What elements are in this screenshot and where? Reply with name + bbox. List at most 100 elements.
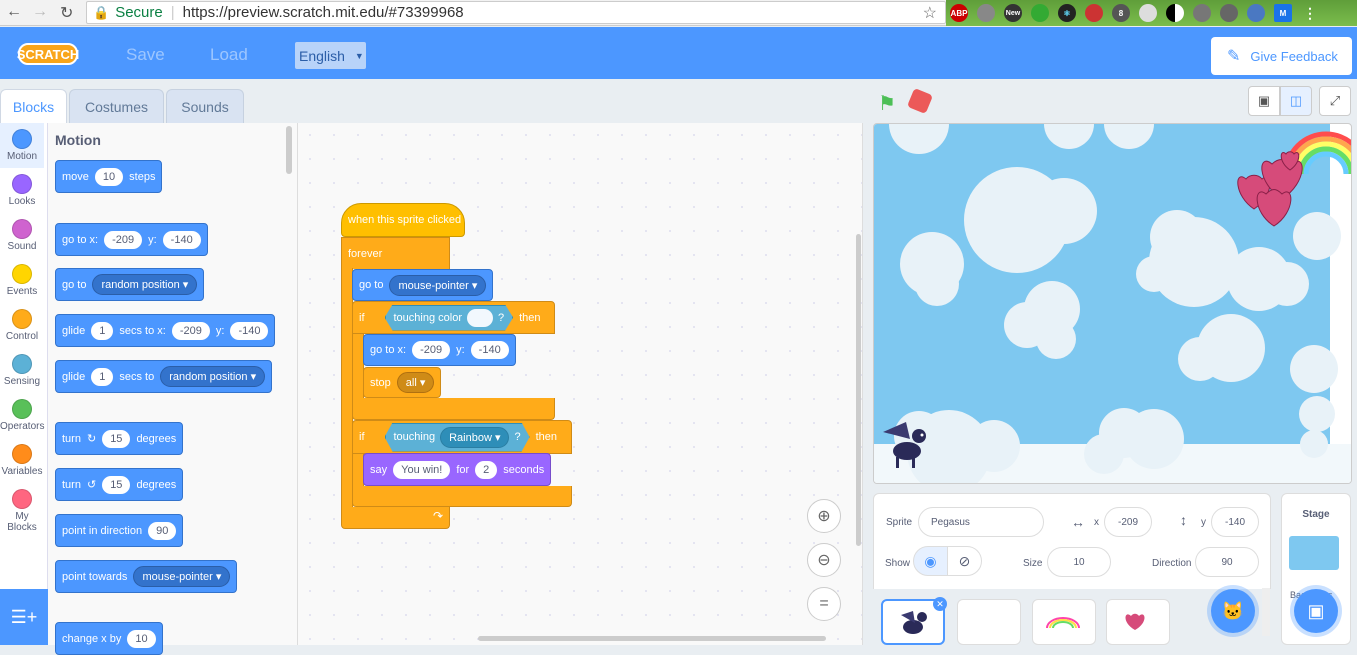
- if-touching-color[interactable]: if touching color? then: [352, 301, 555, 334]
- category-operators[interactable]: Operators: [0, 393, 44, 438]
- zoom-in-button[interactable]: ⊕: [807, 499, 841, 533]
- script-goto-xy[interactable]: go to x: -209 y: -140: [363, 334, 516, 366]
- sprite-thumb-rainbow[interactable]: [1032, 599, 1096, 645]
- forever-block[interactable]: forever: [341, 237, 450, 269]
- save-menu[interactable]: Save: [126, 45, 165, 65]
- script-horizontal-scrollbar[interactable]: [478, 636, 826, 641]
- direction-field[interactable]: 90: [1195, 547, 1259, 577]
- size-field[interactable]: 10: [1047, 547, 1111, 577]
- delete-sprite-icon[interactable]: ✕: [933, 597, 947, 611]
- add-extension-button[interactable]: ☰+: [0, 589, 48, 645]
- eye-slash-icon: ⊘: [958, 552, 971, 569]
- forward-icon[interactable]: →: [32, 3, 48, 21]
- badge-extension-icon[interactable]: 8: [1112, 4, 1130, 22]
- sprite-thumb-cloud[interactable]: [957, 599, 1021, 645]
- rainbow-thumbnail: [1046, 617, 1080, 629]
- m-extension-icon[interactable]: M: [1274, 4, 1292, 22]
- scratch-logo[interactable]: SCRATCH: [17, 43, 79, 65]
- zoom-out-icon: ⊖: [817, 552, 831, 569]
- category-events[interactable]: Events: [0, 258, 44, 303]
- tab-sounds[interactable]: Sounds: [166, 89, 244, 123]
- new-extension-icon[interactable]: New: [1004, 4, 1022, 22]
- hat-when-sprite-clicked[interactable]: when this sprite clicked: [341, 203, 465, 237]
- category-control[interactable]: Control: [0, 303, 44, 348]
- category-sound[interactable]: Sound: [0, 213, 44, 258]
- block-turn-left[interactable]: turn ↺ 15 degrees: [55, 468, 184, 501]
- lock-icon: 🔒: [93, 4, 110, 20]
- block-goto-target[interactable]: go to random position ▾: [55, 268, 205, 301]
- language-select[interactable]: English ▼: [295, 42, 366, 69]
- github-icon[interactable]: [1193, 4, 1211, 22]
- block-change-x[interactable]: change x by 10: [55, 622, 163, 655]
- menu-dots-icon[interactable]: ⋮: [1301, 4, 1319, 22]
- category-motion[interactable]: Motion: [0, 123, 44, 168]
- language-value: English: [299, 47, 345, 64]
- category-looks[interactable]: Looks: [0, 168, 44, 213]
- extension-icon: ☰+: [10, 606, 38, 627]
- category-variables[interactable]: Variables: [0, 438, 44, 483]
- grid-icon[interactable]: [1247, 4, 1265, 22]
- color-swatch: [467, 309, 493, 327]
- gift-icon[interactable]: [1085, 4, 1103, 22]
- block-goto-xy[interactable]: go to x: -209 y: -140: [55, 223, 208, 256]
- choose-sprite-button[interactable]: 🐱: [1211, 589, 1255, 633]
- rotate-right-icon: ↻: [86, 433, 97, 445]
- extensions-bar: ABP New ⚛ 8 M ⋮: [946, 0, 1357, 26]
- category-my-blocks[interactable]: My Blocks: [0, 483, 44, 533]
- script-vertical-scrollbar[interactable]: [856, 234, 861, 546]
- adblock-icon[interactable]: ABP: [950, 4, 968, 22]
- forever-footer: ↷: [341, 507, 450, 529]
- small-stage-button[interactable]: ▣: [1248, 86, 1280, 116]
- globe-icon[interactable]: [1139, 4, 1157, 22]
- stage-thumbnail[interactable]: [1289, 536, 1339, 570]
- contrast-icon[interactable]: [1166, 4, 1184, 22]
- url-text[interactable]: https://preview.scratch.mit.edu/#7339996…: [183, 4, 464, 21]
- stage-canvas[interactable]: [873, 123, 1352, 484]
- tab-blocks[interactable]: Blocks: [0, 89, 67, 123]
- target-icon[interactable]: [1031, 4, 1049, 22]
- fullscreen-button[interactable]: ⤢: [1319, 86, 1351, 116]
- sprite-name-field[interactable]: Pegasus: [918, 507, 1044, 537]
- pen-icon[interactable]: [1220, 4, 1238, 22]
- stop-block[interactable]: stop all ▾: [363, 367, 442, 398]
- give-feedback-button[interactable]: ✎ Give Feedback: [1211, 37, 1352, 75]
- script-goto[interactable]: go to mouse-pointer ▾: [352, 269, 494, 301]
- show-visible-button[interactable]: ◉: [913, 546, 948, 576]
- hearts-thumbnail: [1125, 613, 1145, 630]
- block-turn-right[interactable]: turn ↻ 15 degrees: [55, 422, 184, 455]
- green-flag-icon[interactable]: ⚑: [878, 91, 896, 116]
- reload-icon[interactable]: ↻: [60, 3, 73, 23]
- block-point-direction[interactable]: point in direction 90: [55, 514, 184, 547]
- back-icon[interactable]: ←: [6, 3, 22, 21]
- load-menu[interactable]: Load: [210, 45, 248, 65]
- sprite-label: Sprite: [886, 517, 913, 528]
- choose-backdrop-button[interactable]: ▣: [1294, 589, 1338, 633]
- block-point-towards[interactable]: point towards mouse-pointer ▾: [55, 560, 238, 593]
- say-for-block[interactable]: say You win! for 2 seconds: [363, 453, 552, 486]
- sprite-thumb-hearts[interactable]: [1106, 599, 1170, 645]
- bookmark-star-icon[interactable]: ☆: [923, 3, 937, 23]
- x-field[interactable]: -209: [1104, 507, 1152, 537]
- drive-icon[interactable]: [977, 4, 995, 22]
- block-move-steps[interactable]: move 10 steps: [55, 160, 163, 193]
- block-glide-xy[interactable]: glide 1 secs to x: -209 y: -140: [55, 314, 276, 347]
- category-sensing[interactable]: Sensing: [0, 348, 44, 393]
- react-icon[interactable]: ⚛: [1058, 4, 1076, 22]
- zoom-reset-button[interactable]: =: [807, 587, 841, 621]
- block-glide-target[interactable]: glide 1 secs to random position ▾: [55, 360, 273, 393]
- sprite-list-scrollbar[interactable]: [1262, 588, 1270, 636]
- if-touching-rainbow[interactable]: if touching Rainbow ▾? then: [352, 420, 572, 454]
- tab-costumes[interactable]: Costumes: [69, 89, 164, 123]
- fullscreen-icon: ⤢: [1329, 93, 1341, 108]
- secure-label: Secure: [115, 4, 163, 21]
- normal-stage-button[interactable]: ◫: [1280, 86, 1312, 116]
- eye-icon: ◉: [924, 552, 937, 569]
- show-hidden-button[interactable]: ⊘: [947, 546, 982, 576]
- y-field[interactable]: -140: [1211, 507, 1259, 537]
- zoom-out-button[interactable]: ⊖: [807, 543, 841, 577]
- if1-footer: [352, 398, 555, 420]
- address-bar[interactable]: 🔒 Secure | https://preview.scratch.mit.e…: [86, 1, 946, 24]
- equals-icon: =: [819, 595, 829, 612]
- sprite-thumb-pegasus[interactable]: ✕: [881, 597, 947, 645]
- palette-scrollbar[interactable]: [286, 126, 292, 174]
